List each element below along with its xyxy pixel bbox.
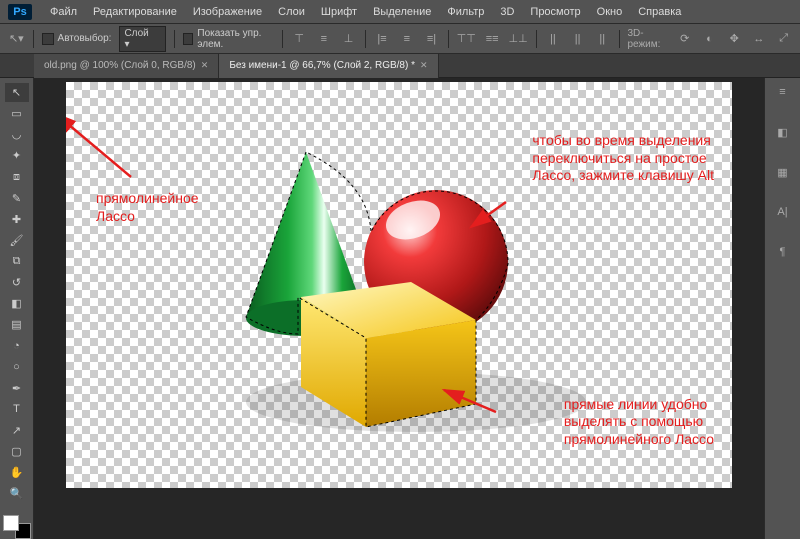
document-tab[interactable]: old.png @ 100% (Слой 0, RGB/8) ✕ [34,54,219,78]
dist-left-icon[interactable]: || [545,30,562,48]
color-panel-icon[interactable]: ◧ [773,122,793,142]
right-panel: ≡ ◧ ▦ A| ¶ [764,78,800,539]
dist-vc-icon[interactable]: ≡≡ [484,30,501,48]
align-left-icon[interactable]: |≡ [374,30,391,48]
swatches-panel-icon[interactable]: ▦ [773,162,793,182]
dist-right-icon[interactable]: || [594,30,611,48]
menu-file[interactable]: Файл [42,6,85,18]
menu-edit[interactable]: Редактирование [85,6,185,18]
history-panel-icon[interactable]: ≡ [773,82,793,102]
3d-pan-icon[interactable]: ✥ [726,30,743,48]
menubar: Ps Файл Редактирование Изображение Слои … [0,0,800,24]
workspace: ↖ ▭ ◡ ✦ ⧈ ✎ ✚ 🖌 ⧉ ↺ ◧ ▤ ◔ ○ ✒ T ↗ ▢ ✋ 🔍 [0,78,800,539]
eyedropper-tool[interactable]: ✎ [5,189,29,208]
menu-filter[interactable]: Фильтр [439,6,492,18]
app-logo: Ps [8,4,32,20]
close-icon[interactable]: ✕ [201,60,209,71]
menu-view[interactable]: Просмотр [522,6,588,18]
tool-preset-icon[interactable]: ↖▾ [8,30,25,48]
align-bottom-icon[interactable]: ⊥ [340,30,357,48]
shape-tool[interactable]: ▢ [5,442,29,461]
menu-layer[interactable]: Слои [270,6,313,18]
blur-tool[interactable]: ◔ [5,337,29,356]
crop-tool[interactable]: ⧈ [5,168,29,187]
menu-3d[interactable]: 3D [492,6,522,18]
3d-zoom-icon[interactable]: ⤢ [775,30,792,48]
options-bar: ↖▾ Автовыбор: Слой ▾ Показать упр. элем.… [0,24,800,54]
path-select-tool[interactable]: ↗ [5,421,29,440]
magic-wand-tool[interactable]: ✦ [5,146,29,165]
3d-roll-icon[interactable]: ◐ [701,30,718,48]
3d-slide-icon[interactable]: ↔ [751,30,768,48]
dist-hc-icon[interactable]: || [569,30,586,48]
healing-brush-tool[interactable]: ✚ [5,210,29,229]
showcontrols-checkbox[interactable]: Показать упр. элем. [183,28,274,50]
align-hcenter-icon[interactable]: ≡ [398,30,415,48]
showcontrols-label: Показать упр. элем. [197,28,274,50]
type-tool[interactable]: T [5,400,29,419]
document-tabbar: old.png @ 100% (Слой 0, RGB/8) ✕ Без име… [0,54,800,78]
history-brush-tool[interactable]: ↺ [5,273,29,292]
marquee-tool[interactable]: ▭ [5,104,29,123]
brush-tool[interactable]: 🖌 [5,231,29,250]
document-tab[interactable]: Без имени-1 @ 66,7% (Слой 2, RGB/8) * ✕ [219,54,438,78]
left-toolbar: ↖ ▭ ◡ ✦ ⧈ ✎ ✚ 🖌 ⧉ ↺ ◧ ▤ ◔ ○ ✒ T ↗ ▢ ✋ 🔍 [0,78,34,539]
menu-type[interactable]: Шрифт [313,6,365,18]
annotation-bottomright: прямые линии удобно выделять с помощью п… [564,396,714,449]
dodge-tool[interactable]: ○ [5,358,29,377]
canvas-area: прямолинейное Лассо чтобы во время выдел… [34,78,764,539]
color-swatches[interactable] [3,515,31,539]
autoselect-checkbox[interactable]: Автовыбор: [42,33,112,45]
stamp-tool[interactable]: ⧉ [5,252,29,271]
mode3d-label: 3D-режим: [627,28,668,50]
hand-tool[interactable]: ✋ [5,463,29,482]
3d-orbit-icon[interactable]: ⟳ [676,30,693,48]
pen-tool[interactable]: ✒ [5,379,29,398]
menu-help[interactable]: Справка [630,6,689,18]
align-vcenter-icon[interactable]: ≡ [315,30,332,48]
tab-label: Без имени-1 @ 66,7% (Слой 2, RGB/8) * [229,60,415,71]
gradient-tool[interactable]: ▤ [5,315,29,334]
eraser-tool[interactable]: ◧ [5,294,29,313]
document-canvas[interactable]: прямолинейное Лассо чтобы во время выдел… [66,82,732,488]
align-top-icon[interactable]: ⊤ [291,30,308,48]
tab-label: old.png @ 100% (Слой 0, RGB/8) [44,60,196,71]
annotation-left: прямолинейное Лассо [96,190,199,225]
paragraph-panel-icon[interactable]: ¶ [773,242,793,262]
annotation-topright: чтобы во время выделения переключиться н… [532,132,714,185]
align-right-icon[interactable]: ≡| [423,30,440,48]
dist-top-icon[interactable]: ⊤⊤ [457,30,476,48]
move-tool[interactable]: ↖ [5,83,29,102]
zoom-tool[interactable]: 🔍 [5,484,29,503]
menu-select[interactable]: Выделение [365,6,439,18]
close-icon[interactable]: ✕ [420,60,428,71]
menu-image[interactable]: Изображение [185,6,270,18]
foreground-swatch[interactable] [3,515,19,531]
autoselect-label: Автовыбор: [58,33,112,44]
autoselect-dropdown[interactable]: Слой ▾ [119,26,166,52]
character-panel-icon[interactable]: A| [773,202,793,222]
lasso-tool[interactable]: ◡ [5,125,29,144]
dist-bottom-icon[interactable]: ⊥⊥ [509,30,528,48]
menu-window[interactable]: Окно [589,6,631,18]
